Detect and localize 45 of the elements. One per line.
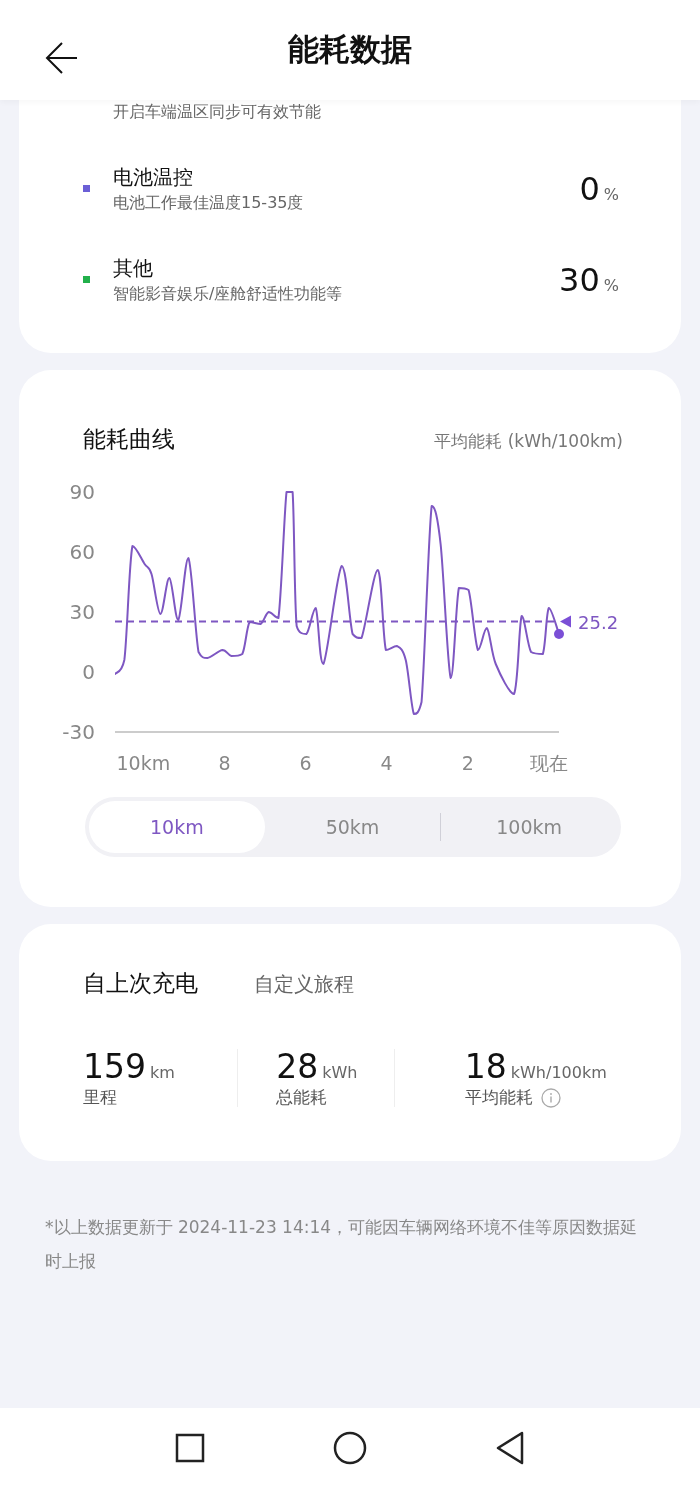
category-description: 智能影音娱乐/座舱舒适性功能等 xyxy=(113,282,344,305)
stat-unit: km xyxy=(150,1063,175,1082)
update-note: *以上数据更新于 2024-11-23 14:14，可能因车辆网络环境不佳等原因数据延时上报 xyxy=(45,1216,639,1273)
stat-label: 总能耗 xyxy=(276,1086,328,1109)
range-tab[interactable]: 10km xyxy=(89,801,265,853)
stat-label: 里程 xyxy=(83,1086,117,1109)
axis-tick-label: 90 xyxy=(69,480,95,504)
stat-value: 28 xyxy=(276,1047,319,1086)
square-icon xyxy=(175,1432,205,1463)
page-title: 能耗数据 xyxy=(288,30,412,69)
marker-icon xyxy=(560,615,571,628)
stat-unit: kWh xyxy=(322,1063,358,1082)
trip-tab[interactable]: 自定义旅程 xyxy=(254,971,354,998)
axis-tick-label: 0 xyxy=(82,660,95,684)
stat-value: 18 xyxy=(464,1047,507,1086)
axis-tick-label: -30 xyxy=(62,720,95,744)
axis-tick-label: 10km xyxy=(116,752,171,774)
axis-tick-label: 现在 xyxy=(529,752,568,774)
stat-value: 159 xyxy=(83,1047,146,1086)
axis-tick-label: 60 xyxy=(69,540,95,564)
card-title: 能耗曲线 xyxy=(83,425,175,454)
percent-unit: % xyxy=(603,275,619,295)
triangle-icon xyxy=(495,1430,525,1465)
percent-value: 30 xyxy=(559,260,600,299)
average-value: 25.2 xyxy=(578,611,619,633)
percent-unit: % xyxy=(603,184,619,204)
axis-tick-label: 4 xyxy=(380,752,393,774)
axis-tick-label: 6 xyxy=(299,752,312,774)
range-tab[interactable]: 100km xyxy=(441,801,617,853)
circle-icon xyxy=(333,1430,367,1465)
axis-title: 平均能耗 (kWh/100km) xyxy=(434,430,623,453)
category-description: 电池工作最佳温度15-35度 xyxy=(113,191,305,214)
axis-tick-label: 8 xyxy=(218,752,231,774)
category-title: 其他 xyxy=(113,254,154,282)
stat-label: 平均能耗 xyxy=(464,1086,533,1109)
category-description: 开启车端温区同步可有效节能 xyxy=(113,100,322,123)
trip-tab[interactable]: 自上次充电 xyxy=(83,968,198,999)
end-point xyxy=(554,629,564,639)
axis-tick-label: 30 xyxy=(69,600,95,624)
stat-unit: kWh/100km xyxy=(510,1063,607,1082)
range-tab[interactable]: 50km xyxy=(264,801,441,853)
category-title: 电池温控 xyxy=(113,163,194,191)
axis-tick-label: 2 xyxy=(461,752,474,774)
percent-value: 0 xyxy=(579,169,600,208)
back-arrow-icon xyxy=(45,41,79,75)
